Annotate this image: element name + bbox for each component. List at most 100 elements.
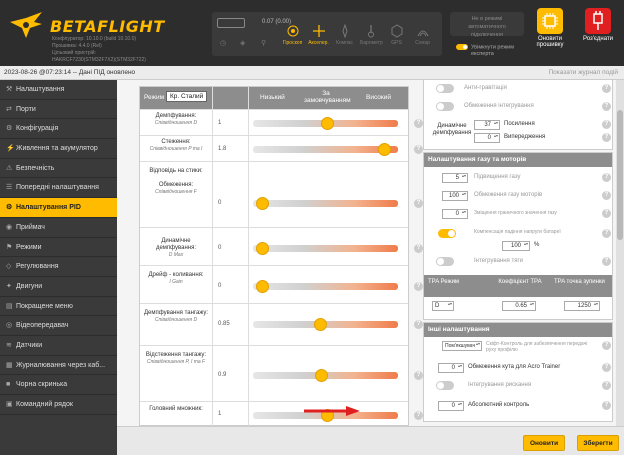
sidebar-item-motors[interactable]: ✦ Двигуни <box>0 277 117 297</box>
save-button[interactable]: Зберегти <box>577 435 619 451</box>
chip-icon <box>537 8 563 34</box>
sidebar-item-pid-tuning[interactable]: ⚙ Налаштування PID <box>0 198 117 218</box>
disconnect-button[interactable]: Роз'єднати <box>576 8 620 60</box>
i-term-relax-toggle[interactable] <box>436 102 454 111</box>
throttle-panel-title: Налаштування газу та моторів <box>424 153 612 167</box>
help-icon[interactable]: ? <box>414 244 423 253</box>
help-icon[interactable]: ? <box>414 145 423 154</box>
sidebar-item-failsafe[interactable]: ⚠ Безпечність <box>0 159 117 179</box>
help-icon[interactable]: ? <box>602 102 611 111</box>
slider-mode-select[interactable]: Кр. Сталий <box>166 91 208 102</box>
vtx-icon: ◎ <box>6 322 13 330</box>
motor-output-limit-input[interactable]: 100 <box>442 191 468 201</box>
dyn-damping-gain-input[interactable]: 37 <box>474 120 500 130</box>
dynamic-damping-slider[interactable] <box>253 242 398 255</box>
sidebar-item-cli[interactable]: ▣ Командний рядок <box>0 395 117 415</box>
slider-knob[interactable] <box>313 318 327 331</box>
sidebar-item-receiver[interactable]: ◉ Приймач <box>0 218 117 238</box>
tracking-slider[interactable] <box>253 143 398 156</box>
drift-wobble-slider[interactable] <box>253 280 398 293</box>
accel-sensor-icon: Акселер. <box>308 16 329 52</box>
sidebar-item-modes[interactable]: ⚑ Режими <box>0 238 117 258</box>
stick-response-slider[interactable] <box>253 197 398 210</box>
help-icon[interactable]: ? <box>602 173 611 182</box>
help-icon[interactable]: ? <box>602 191 611 200</box>
show-log-link[interactable]: Показати журнал подій <box>548 66 618 80</box>
header: BETAFLIGHT Конфігуратор: 10.10.0 (build … <box>0 0 624 66</box>
slider-knob[interactable] <box>377 143 391 156</box>
damping-slider[interactable] <box>253 117 398 130</box>
help-icon[interactable]: ? <box>602 257 611 266</box>
help-icon[interactable]: ? <box>602 209 611 218</box>
help-icon[interactable]: ? <box>414 411 423 420</box>
help-icon[interactable]: ? <box>602 381 611 390</box>
sensors-icon: ≋ <box>6 341 12 349</box>
sidebar-item-logging[interactable]: ▦ Журналювання через каб... <box>0 356 117 376</box>
slider-knob[interactable] <box>315 369 329 382</box>
slider-panel-header: Режим Кр. Сталий Низький За замовчування… <box>140 87 408 109</box>
sidebar-item-vtx[interactable]: ◎ Відеопередавач <box>0 316 117 336</box>
sidebar-item-configuration[interactable]: ⚙ Конфігурація <box>0 119 117 140</box>
port-status: Не в режимі автоматичного підключення <box>450 12 524 38</box>
help-icon[interactable]: ? <box>602 84 611 93</box>
compass-sensor-icon: Компас <box>334 16 355 52</box>
slider-knob[interactable] <box>255 197 269 210</box>
dyn-damping-advance-input[interactable]: 0 <box>474 133 500 143</box>
thrust-linear-toggle[interactable] <box>436 257 454 266</box>
logging-icon: ▦ <box>6 361 13 369</box>
sidebar-item-power-battery[interactable]: ⚡Живлення та акумулятор <box>0 139 117 159</box>
anti-gravity-toggle[interactable] <box>436 84 454 93</box>
feedforward-transition-select[interactable]: Пом'якшувач <box>442 341 482 351</box>
acro-trainer-angle-input[interactable]: 0 <box>438 363 464 373</box>
pitch-damping-slider[interactable] <box>253 318 398 331</box>
update-firmware-button[interactable]: Оновити прошивку <box>528 8 572 60</box>
scrollbar-thumb[interactable] <box>617 110 623 240</box>
slider-row-dynamic-damping: Динамічне демпфування: D Max 0 ? <box>140 227 423 265</box>
help-icon[interactable]: ? <box>414 199 423 208</box>
cell-count-input[interactable]: 0 <box>442 209 468 219</box>
help-icon[interactable]: ? <box>602 133 611 142</box>
sidebar-item-adjustments[interactable]: ◇ Регулювання <box>0 257 117 277</box>
integrated-yaw-toggle[interactable] <box>436 381 454 390</box>
bolt-icon: ⚡ <box>6 145 15 153</box>
slider-row-stick-response: Відповідь на стики: Обмеження: Співвідноше… <box>140 161 423 227</box>
help-icon[interactable]: ? <box>414 320 423 329</box>
throttle-boost-input[interactable]: 5 <box>442 173 468 183</box>
flag-icon: ⚑ <box>6 243 13 251</box>
main-scrollbar[interactable] <box>616 80 624 426</box>
slider-knob[interactable] <box>255 280 269 293</box>
help-icon[interactable]: ? <box>602 229 611 238</box>
help-icon[interactable]: ? <box>602 363 611 372</box>
absolute-control-input[interactable]: 0 <box>438 401 464 411</box>
help-icon[interactable]: ? <box>414 119 423 128</box>
pitch-tracking-slider[interactable] <box>253 369 398 382</box>
sidebar-item-osd[interactable]: ▤ Покращене меню <box>0 297 117 317</box>
scroll-area: Режим Кр. Сталий Низький За замовчування… <box>127 80 616 427</box>
slider-row-pitch-damping: Демпфування тангажу: Співвідношення D 0.8… <box>140 303 423 345</box>
tpa-rate-input[interactable]: 0.65 <box>502 301 536 311</box>
sidebar-item-setup[interactable]: ⚒ Налаштування <box>0 80 117 100</box>
expert-toggle-switch[interactable] <box>456 44 468 50</box>
expert-mode-toggle[interactable]: Увімкнути режим експерта <box>456 44 514 58</box>
sidebar-item-presets[interactable]: ☰ Попередні налаштування <box>0 178 117 199</box>
sidebar-item-blackbox[interactable]: ■ Чорна скринька <box>0 375 117 395</box>
vbat-sag-toggle[interactable] <box>438 229 456 238</box>
tpa-mode-select[interactable]: D <box>432 301 454 311</box>
help-icon[interactable]: ? <box>602 341 611 350</box>
tpa-breakpoint-input[interactable]: 1250 <box>564 301 600 311</box>
help-icon[interactable]: ? <box>602 120 611 129</box>
status-log-line: 2023-08-26 @07:23:14 -- Дані ПІД оновлен… <box>0 66 624 80</box>
help-icon[interactable]: ? <box>414 282 423 291</box>
sidebar-item-sensors[interactable]: ≋ Датчики <box>0 336 117 356</box>
firmware-info: Конфігуратор: 10.10.0 (build 10.10.0) Пр… <box>52 36 146 63</box>
help-icon[interactable]: ? <box>414 371 423 380</box>
slider-knob[interactable] <box>320 117 334 130</box>
sidebar-item-ports[interactable]: ⇄ Порти <box>0 100 117 120</box>
logo-bee-icon <box>10 12 42 38</box>
slider-knob[interactable] <box>255 242 269 255</box>
help-icon[interactable]: ? <box>602 401 611 410</box>
vbat-sag-percent-input[interactable]: 100 <box>502 241 530 251</box>
throttle-motor-panel: Налаштування газу та моторів 5 Підвищенн… <box>423 152 613 320</box>
refresh-button[interactable]: Оновити <box>523 435 565 451</box>
other-settings-title: Інші налаштування <box>424 323 612 337</box>
